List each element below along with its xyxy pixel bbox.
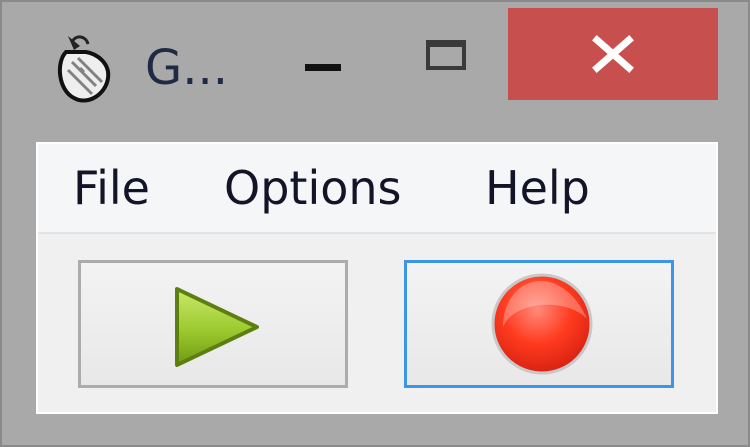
mouse-pointer-icon — [50, 32, 116, 110]
record-button[interactable] — [404, 260, 674, 388]
window-title: G... — [145, 40, 228, 96]
menu-file[interactable]: File — [73, 158, 150, 218]
client-area: File Options Help — [36, 142, 718, 414]
close-icon — [592, 35, 634, 73]
close-button[interactable] — [508, 8, 718, 100]
title-bar[interactable]: G... — [2, 2, 748, 122]
app-window: G... File Options Help — [0, 0, 750, 447]
menu-options[interactable]: Options — [224, 158, 402, 218]
record-icon — [491, 273, 593, 375]
play-button[interactable] — [78, 260, 348, 388]
menu-bar: File Options Help — [38, 144, 716, 234]
menu-help[interactable]: Help — [485, 158, 590, 218]
minimize-button[interactable] — [288, 24, 358, 100]
play-icon — [175, 287, 259, 367]
maximize-button[interactable] — [412, 24, 482, 100]
